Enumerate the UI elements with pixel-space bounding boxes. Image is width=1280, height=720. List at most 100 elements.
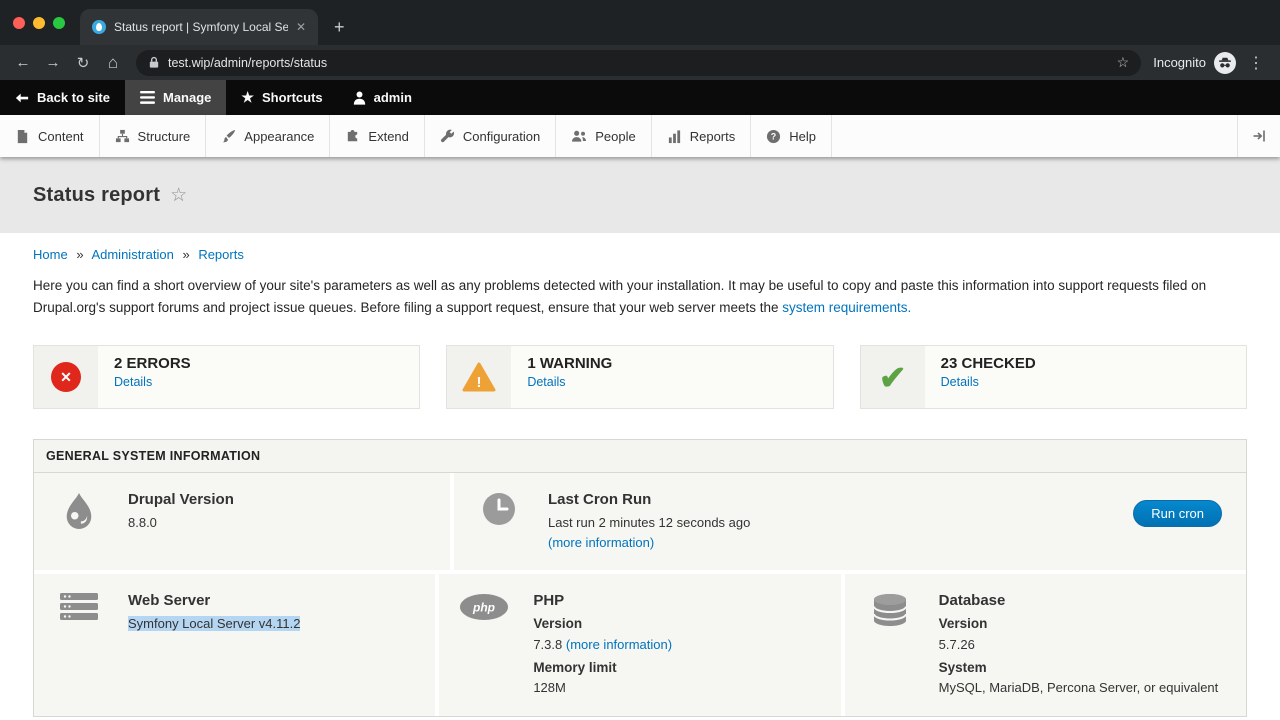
database-cell: Database Version 5.7.26 System MySQL, Ma…	[845, 574, 1246, 716]
back-to-site-label: Back to site	[37, 90, 110, 105]
system-info-header: GENERAL SYSTEM INFORMATION	[34, 440, 1246, 473]
database-system-label: System	[939, 658, 1219, 679]
web-server-title: Web Server	[128, 592, 300, 609]
admin-menu-item-content[interactable]: Content	[0, 115, 100, 157]
error-icon-box: ✕	[34, 346, 98, 408]
menu-label: Reports	[690, 129, 736, 144]
warning-icon-box: !	[447, 346, 511, 408]
web-server-cell: Web Server Symfony Local Server v4.11.2	[34, 574, 435, 716]
cron-last-run: Last run 2 minutes 12 seconds ago	[548, 513, 1109, 533]
main-content: Home » Administration » Reports Here you…	[0, 233, 1280, 717]
manage-tab[interactable]: Manage	[125, 80, 226, 115]
php-memory-value: 128M	[533, 678, 672, 698]
window-zoom-button[interactable]	[53, 17, 65, 29]
drupal-toolbar: Back to site Manage ★ Shortcuts admin	[0, 80, 1280, 115]
user-icon	[353, 91, 366, 105]
incognito-label: Incognito	[1153, 55, 1206, 70]
web-server-value: Symfony Local Server v4.11.2	[128, 616, 300, 631]
reports-icon	[667, 129, 682, 144]
status-summary: ✕ 2 ERRORS Details ! 1 WARNING Details ✔	[33, 345, 1247, 409]
content-icon	[15, 129, 30, 144]
user-label: admin	[374, 90, 412, 105]
menu-label: Content	[38, 129, 84, 144]
admin-menu-item-extend[interactable]: Extend	[330, 115, 424, 157]
errors-details-link[interactable]: Details	[114, 375, 191, 389]
structure-icon	[115, 129, 130, 144]
checked-card: ✔ 23 CHECKED Details	[860, 345, 1247, 409]
admin-menu-item-structure[interactable]: Structure	[100, 115, 207, 157]
warnings-count: 1 WARNING	[527, 355, 612, 372]
check-icon: ✔	[879, 361, 907, 394]
shortcuts-tab[interactable]: ★ Shortcuts	[226, 80, 337, 115]
php-cell: php PHP Version 7.3.8 (more information)…	[439, 574, 840, 716]
new-tab-button[interactable]: +	[334, 18, 345, 36]
run-cron-button[interactable]: Run cron	[1133, 500, 1222, 527]
menu-label: People	[595, 129, 635, 144]
hamburger-icon	[140, 91, 155, 104]
reload-icon[interactable]: ↻	[72, 54, 94, 72]
breadcrumb-separator: »	[182, 247, 189, 262]
browser-navbar: ← → ↻ ⌂ test.wip/admin/reports/status ☆ …	[0, 45, 1280, 80]
system-requirements-link[interactable]: system requirements.	[782, 300, 911, 315]
php-title: PHP	[533, 592, 672, 609]
breadcrumb-reports-link[interactable]: Reports	[198, 247, 244, 262]
breadcrumb-separator: »	[76, 247, 83, 262]
address-bar[interactable]: test.wip/admin/reports/status ☆	[136, 50, 1141, 76]
checked-details-link[interactable]: Details	[941, 375, 1036, 389]
admin-menu-item-appearance[interactable]: Appearance	[206, 115, 330, 157]
admin-menu-item-configuration[interactable]: Configuration	[425, 115, 556, 157]
cron-more-information-link[interactable]: (more information)	[548, 535, 654, 550]
warnings-card: ! 1 WARNING Details	[446, 345, 833, 409]
window-minimize-button[interactable]	[33, 17, 45, 29]
page-header: Status report ☆	[0, 157, 1280, 233]
drupal-version-value: 8.8.0	[128, 513, 234, 533]
bookmark-star-icon[interactable]: ☆	[1117, 54, 1130, 71]
warnings-details-link[interactable]: Details	[527, 375, 612, 389]
window-close-button[interactable]	[13, 17, 25, 29]
php-version-value: 7.3.8	[533, 637, 562, 652]
menu-label: Extend	[368, 129, 408, 144]
admin-menu-item-people[interactable]: People	[556, 115, 651, 157]
clock-icon	[474, 490, 524, 553]
menu-label: Structure	[138, 129, 191, 144]
user-tab[interactable]: admin	[338, 80, 427, 115]
admin-menu-item-reports[interactable]: Reports	[652, 115, 752, 157]
intro-paragraph: Here you can find a short overview of yo…	[33, 275, 1247, 318]
checked-count: 23 CHECKED	[941, 355, 1036, 372]
php-more-information-link[interactable]: (more information)	[566, 637, 672, 652]
url-text: test.wip/admin/reports/status	[168, 56, 1109, 70]
php-icon: php	[459, 591, 509, 699]
errors-count: 2 ERRORS	[114, 355, 191, 372]
errors-card: ✕ 2 ERRORS Details	[33, 345, 420, 409]
breadcrumb: Home » Administration » Reports	[33, 247, 1247, 262]
tab-close-icon[interactable]: ✕	[296, 20, 306, 34]
browser-menu-icon[interactable]: ⋮	[1248, 53, 1264, 73]
back-to-site-link[interactable]: Back to site	[0, 80, 125, 115]
svg-text:?: ?	[771, 131, 776, 141]
toolbar-orientation-toggle[interactable]	[1237, 115, 1280, 157]
collapse-icon	[1251, 128, 1267, 144]
shortcuts-label: Shortcuts	[262, 90, 323, 105]
server-icon	[54, 591, 104, 699]
home-icon[interactable]: ⌂	[102, 53, 124, 73]
database-version-value: 5.7.26	[939, 635, 1219, 655]
incognito-icon	[1214, 52, 1236, 74]
back-icon[interactable]: ←	[12, 54, 34, 71]
intro-text: Here you can find a short overview of yo…	[33, 278, 1206, 315]
admin-menu-item-help[interactable]: ? Help	[751, 115, 832, 157]
back-arrow-icon	[15, 91, 29, 105]
error-icon: ✕	[51, 362, 81, 392]
favorite-star-icon[interactable]: ☆	[170, 184, 187, 207]
star-icon: ★	[241, 89, 254, 106]
forward-icon[interactable]: →	[42, 54, 64, 71]
appearance-icon	[221, 129, 236, 144]
php-version-label: Version	[533, 614, 672, 635]
browser-tab[interactable]: Status report | Symfony Local Se ✕	[80, 9, 318, 45]
php-memory-label: Memory limit	[533, 658, 672, 679]
database-title: Database	[939, 592, 1219, 609]
breadcrumb-home-link[interactable]: Home	[33, 247, 68, 262]
breadcrumb-administration-link[interactable]: Administration	[91, 247, 173, 262]
svg-text:!: !	[477, 374, 482, 391]
manage-label: Manage	[163, 90, 211, 105]
check-icon-box: ✔	[861, 346, 925, 408]
